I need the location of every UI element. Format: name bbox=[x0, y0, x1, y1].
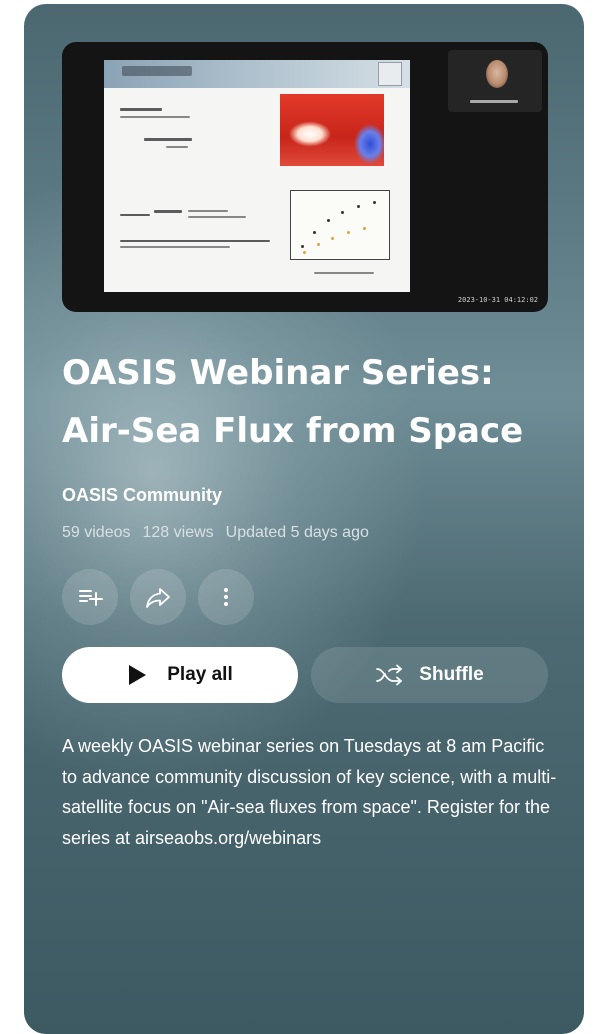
thumbnail-timestamp: 2023-10-31 04:12:02 bbox=[457, 296, 538, 304]
shuffle-label: Shuffle bbox=[419, 664, 484, 685]
share-icon bbox=[146, 588, 170, 608]
channel-name[interactable]: OASIS Community bbox=[62, 485, 222, 506]
playlist-title-line2: Air-Sea Flux from Space bbox=[62, 411, 524, 451]
playlist-description: A weekly OASIS webinar series on Tuesday… bbox=[62, 736, 557, 848]
play-all-label: Play all bbox=[167, 664, 233, 685]
slide-header bbox=[104, 60, 410, 88]
sst-heatmap bbox=[280, 94, 384, 166]
presenter-video bbox=[448, 50, 542, 112]
updated-date: Updated 5 days ago bbox=[225, 524, 369, 541]
slide-preview bbox=[104, 60, 410, 292]
more-options-button[interactable] bbox=[198, 569, 254, 625]
playlist-title-line1: OASIS Webinar Series: bbox=[62, 353, 494, 393]
play-icon bbox=[129, 665, 147, 685]
presenter-avatar bbox=[486, 60, 508, 88]
video-count: 59 videos bbox=[62, 524, 131, 541]
shuffle-button[interactable]: Shuffle bbox=[311, 647, 548, 703]
view-count: 128 views bbox=[142, 524, 214, 541]
playlist-thumbnail[interactable]: 2023-10-31 04:12:02 bbox=[62, 42, 548, 312]
playlist-header-card: 2023-10-31 04:12:02 OASIS Webinar Series… bbox=[24, 4, 584, 1034]
save-playlist-button[interactable] bbox=[62, 569, 118, 625]
playlist-title: OASIS Webinar Series: Air-Sea Flux from … bbox=[62, 344, 562, 460]
more-vert-icon bbox=[224, 588, 228, 606]
play-all-button[interactable]: Play all bbox=[62, 647, 298, 703]
playlist-add-icon bbox=[79, 590, 103, 606]
slide-logo bbox=[378, 62, 402, 86]
shuffle-icon bbox=[376, 664, 403, 686]
share-button[interactable] bbox=[130, 569, 186, 625]
playlist-meta: 59 videos 128 views Updated 5 days ago bbox=[62, 524, 369, 542]
slide-plot bbox=[290, 190, 390, 260]
